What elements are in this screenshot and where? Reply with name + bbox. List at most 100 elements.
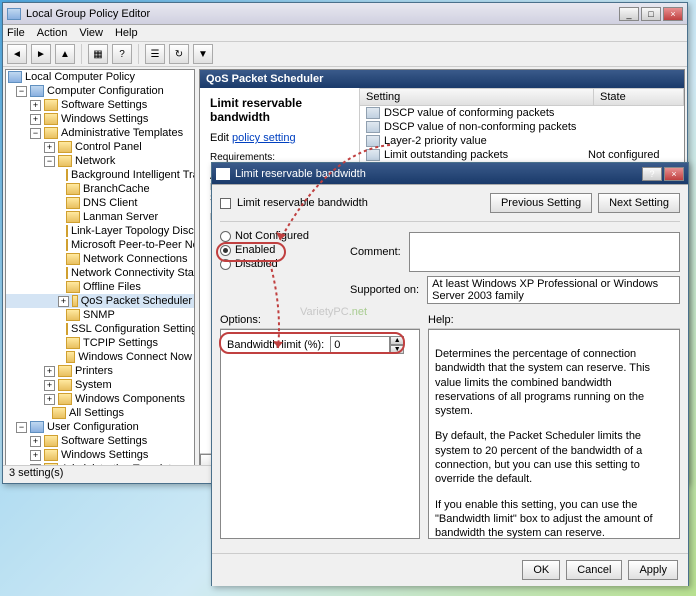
tree-admin[interactable]: Administrative Templates: [61, 127, 183, 139]
cancel-button[interactable]: Cancel: [566, 560, 622, 580]
menu-help[interactable]: Help: [115, 27, 138, 39]
properties-button[interactable]: ☰: [145, 44, 165, 64]
tree-ssl[interactable]: SSL Configuration Settings: [71, 323, 195, 335]
setting-row[interactable]: DSCP value of conforming packets: [360, 106, 684, 120]
tree-allset[interactable]: All Settings: [69, 407, 124, 419]
tree-root[interactable]: Local Computer Policy: [25, 71, 135, 83]
tree-wcn[interactable]: Windows Connect Now: [78, 351, 192, 363]
help-textbox[interactable]: Determines the percentage of connection …: [428, 329, 680, 539]
expander-icon[interactable]: −: [16, 86, 27, 97]
setting-row[interactable]: DSCP value of non-conforming packets: [360, 120, 684, 134]
tree-windows[interactable]: Windows Settings: [61, 113, 148, 125]
tree-snmp[interactable]: SNMP: [83, 309, 115, 321]
expander-icon[interactable]: −: [16, 422, 27, 433]
policy-name-label: Limit reservable bandwidth: [237, 197, 368, 209]
radio-enabled-label: Enabled: [235, 244, 275, 256]
apply-button[interactable]: Apply: [628, 560, 678, 580]
tree-user-software[interactable]: Software Settings: [61, 435, 147, 447]
menu-view[interactable]: View: [79, 27, 103, 39]
options-label: Options:: [220, 312, 420, 329]
tree-offline[interactable]: Offline Files: [83, 281, 141, 293]
edit-policy-link[interactable]: policy setting: [232, 132, 296, 144]
tree-software[interactable]: Software Settings: [61, 99, 147, 111]
bandwidth-label: Bandwidth limit (%):: [227, 339, 324, 351]
ok-button[interactable]: OK: [522, 560, 560, 580]
folder-icon: [66, 197, 80, 209]
setting-icon: [366, 149, 380, 161]
menubar: File Action View Help: [3, 25, 687, 42]
folder-icon: [66, 267, 68, 279]
tree-branchcache[interactable]: BranchCache: [83, 183, 150, 195]
maximize-button[interactable]: □: [641, 7, 661, 21]
tree-control-panel[interactable]: Control Panel: [75, 141, 142, 153]
setting-name: Limit reservable bandwidth: [204, 92, 355, 128]
radio-not-configured[interactable]: [220, 231, 231, 242]
radio-enabled[interactable]: [220, 245, 231, 256]
expander-icon[interactable]: +: [30, 114, 41, 125]
expander-icon[interactable]: −: [30, 128, 41, 139]
expander-icon[interactable]: +: [44, 366, 55, 377]
tree-user-config[interactable]: User Configuration: [47, 421, 139, 433]
setting-row[interactable]: Layer-2 priority value: [360, 134, 684, 148]
app-icon: [7, 8, 21, 20]
comment-textbox[interactable]: [409, 232, 680, 272]
tree-network[interactable]: Network: [75, 155, 115, 167]
forward-button[interactable]: ►: [31, 44, 51, 64]
spin-up-icon[interactable]: ▲: [390, 336, 404, 345]
close-button[interactable]: ×: [663, 7, 683, 21]
folder-icon: [58, 379, 72, 391]
up-button[interactable]: ▲: [55, 44, 75, 64]
next-setting-button[interactable]: Next Setting: [598, 193, 680, 213]
tree-printers[interactable]: Printers: [75, 365, 113, 377]
help-button[interactable]: ?: [112, 44, 132, 64]
bandwidth-input[interactable]: [330, 336, 390, 354]
dialog-close-button[interactable]: ×: [664, 167, 684, 181]
tree-wincomp[interactable]: Windows Components: [75, 393, 185, 405]
menu-action[interactable]: Action: [37, 27, 68, 39]
refresh-button[interactable]: ↻: [169, 44, 189, 64]
gp-titlebar: Local Group Policy Editor _ □ ×: [3, 3, 687, 25]
tree-view[interactable]: Local Computer Policy − Computer Configur…: [5, 69, 195, 475]
tree-netstat[interactable]: Network Connectivity Status Indicator: [71, 267, 195, 279]
folder-icon: [44, 99, 58, 111]
setting-row[interactable]: Limit outstanding packetsNot configured: [360, 148, 684, 162]
expander-icon[interactable]: −: [44, 156, 55, 167]
menu-file[interactable]: File: [7, 27, 25, 39]
pane-header: QoS Packet Scheduler: [200, 70, 684, 88]
tree-tcpip[interactable]: TCPIP Settings: [83, 337, 158, 349]
help-text: Determines the percentage of connection …: [435, 347, 673, 418]
tree-p2p[interactable]: Microsoft Peer-to-Peer Networking: [71, 239, 195, 251]
dialog-icon: [216, 168, 230, 180]
tree-lltd[interactable]: Link-Layer Topology Discovery: [71, 225, 195, 237]
radio-disabled[interactable]: [220, 259, 231, 270]
dialog-help-button[interactable]: ?: [642, 167, 662, 181]
folder-icon: [66, 183, 80, 195]
policy-checkbox[interactable]: [220, 198, 231, 209]
tree-dns[interactable]: DNS Client: [83, 197, 137, 209]
expander-icon[interactable]: +: [44, 380, 55, 391]
expander-icon[interactable]: +: [44, 394, 55, 405]
expander-icon[interactable]: +: [58, 296, 69, 307]
expander-icon[interactable]: +: [30, 450, 41, 461]
tree-user-windows[interactable]: Windows Settings: [61, 449, 148, 461]
col-setting[interactable]: Setting: [360, 89, 594, 105]
tree-lanman[interactable]: Lanman Server: [83, 211, 158, 223]
expander-icon[interactable]: +: [30, 436, 41, 447]
minimize-button[interactable]: _: [619, 7, 639, 21]
show-hide-tree-button[interactable]: ▦: [88, 44, 108, 64]
filter-button[interactable]: ▼: [193, 44, 213, 64]
spin-down-icon[interactable]: ▼: [390, 345, 404, 354]
tree-computer-config[interactable]: Computer Configuration: [47, 85, 164, 97]
previous-setting-button[interactable]: Previous Setting: [490, 193, 592, 213]
col-state[interactable]: State: [594, 89, 684, 105]
tree-bits[interactable]: Background Intelligent Transfer Service: [71, 169, 195, 181]
folder-icon: [66, 337, 80, 349]
expander-icon[interactable]: +: [30, 100, 41, 111]
expander-icon[interactable]: +: [44, 142, 55, 153]
back-button[interactable]: ◄: [7, 44, 27, 64]
tree-netconn[interactable]: Network Connections: [83, 253, 188, 265]
tree-system[interactable]: System: [75, 379, 112, 391]
tree-qos[interactable]: QoS Packet Scheduler: [81, 295, 192, 307]
bandwidth-spinner[interactable]: ▲▼: [330, 336, 404, 354]
folder-icon: [44, 449, 58, 461]
